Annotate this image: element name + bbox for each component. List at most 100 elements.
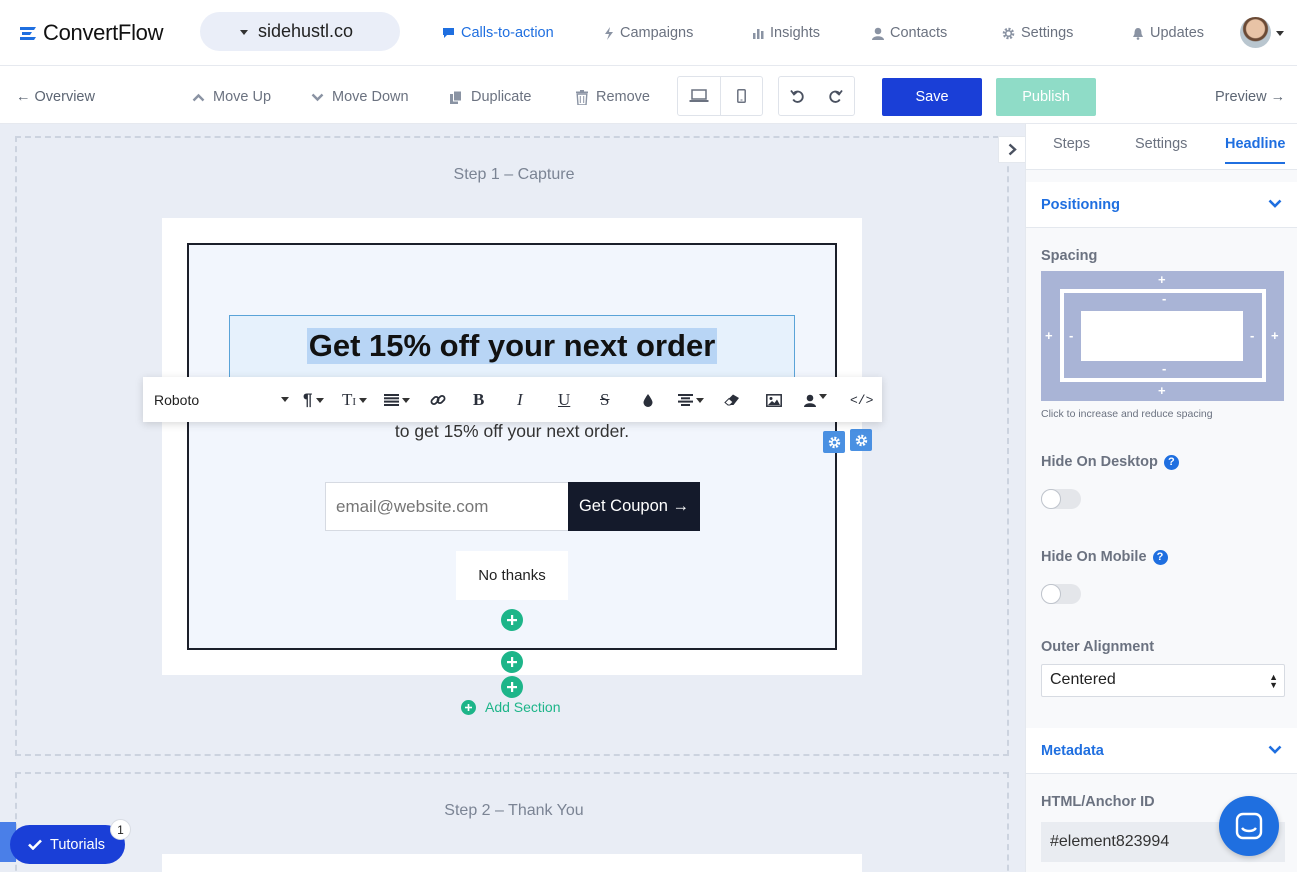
merge-tag-button[interactable] [804, 391, 827, 409]
bar-chart-icon [753, 29, 764, 39]
nav-updates[interactable]: Updates [1132, 24, 1204, 42]
rich-text-toolbar: Roboto ¶ TI B I U S </> [143, 377, 882, 422]
link-button[interactable] [430, 391, 446, 409]
redo-button[interactable] [817, 77, 855, 115]
nav-label: Campaigns [620, 25, 694, 41]
strikethrough-button[interactable]: S [600, 390, 609, 409]
margin-bottom-increase[interactable]: + [1158, 383, 1166, 398]
help-icon[interactable]: ? [1152, 549, 1168, 565]
line-height-button[interactable] [384, 391, 410, 409]
eraser-icon [724, 394, 739, 406]
duplicate-label: Duplicate [471, 89, 532, 105]
padding-top-decrease[interactable]: - [1162, 291, 1166, 306]
element-settings-button[interactable] [823, 431, 845, 453]
save-button[interactable]: Save [882, 78, 982, 116]
chat-widget-button[interactable] [1219, 796, 1279, 856]
remove-button[interactable]: Remove [576, 88, 650, 106]
content-box [1081, 311, 1243, 361]
overview-link[interactable]: ← Overview [16, 88, 95, 106]
checkmark-icon [28, 839, 42, 850]
padding-left-decrease[interactable]: - [1069, 328, 1073, 343]
font-size-button[interactable]: TI [342, 390, 368, 409]
positioning-header[interactable]: Positioning [1026, 182, 1297, 228]
tab-headline[interactable]: Headline [1225, 136, 1286, 164]
undo-button[interactable] [779, 77, 817, 115]
tab-settings[interactable]: Settings [1135, 136, 1187, 152]
padding-right-decrease[interactable]: - [1250, 328, 1254, 343]
step-1-title: Step 1 – Capture [453, 166, 575, 183]
step-2-section[interactable] [162, 854, 862, 872]
margin-top-increase[interactable]: + [1158, 272, 1166, 287]
email-input[interactable] [325, 482, 569, 531]
tutorials-label: Tutorials [50, 836, 106, 853]
duplicate-button[interactable]: Duplicate [449, 88, 531, 106]
subheadline-text[interactable]: to get 15% off your next order. [189, 421, 835, 442]
section-settings-button[interactable] [850, 429, 872, 451]
mobile-view-button[interactable] [719, 77, 762, 115]
user-icon [804, 394, 816, 407]
font-family-select[interactable]: Roboto [143, 392, 293, 408]
outer-alignment-select[interactable]: Centered ▲ ▼ [1041, 664, 1285, 697]
help-icon[interactable]: ? [1163, 454, 1179, 470]
paragraph-format-button[interactable]: ¶ [303, 390, 325, 409]
panel-tabs: Steps Settings Headline [1026, 124, 1297, 170]
hide-desktop-toggle[interactable] [1041, 489, 1081, 509]
caret-down-icon[interactable] [1276, 31, 1284, 36]
move-up-button[interactable]: Move Up [192, 88, 271, 106]
device-toggle [677, 76, 763, 116]
preview-link[interactable]: Preview → [1215, 88, 1285, 106]
avatar[interactable] [1240, 17, 1271, 48]
anchor-id-label: HTML/Anchor ID [1041, 794, 1155, 810]
logo[interactable]: ConvertFlow [18, 18, 163, 48]
margin-left-increase[interactable]: + [1045, 328, 1053, 343]
move-down-button[interactable]: Move Down [311, 88, 409, 106]
plus-icon [507, 657, 517, 667]
add-row-button[interactable] [501, 651, 523, 673]
panel-collapse-button[interactable] [998, 136, 1025, 163]
bold-button[interactable]: B [473, 390, 484, 409]
code-view-button[interactable]: </> [850, 391, 873, 409]
tab-steps[interactable]: Steps [1053, 136, 1090, 152]
spacing-editor[interactable]: + + + + - - - - [1041, 271, 1284, 401]
metadata-header[interactable]: Metadata [1026, 728, 1297, 774]
clear-format-button[interactable] [724, 391, 740, 409]
nav-contacts[interactable]: Contacts [872, 24, 947, 42]
headline-text[interactable]: Get 15% off your next order [306, 328, 718, 364]
hide-mobile-toggle[interactable] [1041, 584, 1081, 604]
text-color-button[interactable] [643, 391, 653, 409]
font-size-icon: TI [342, 390, 357, 409]
align-button[interactable] [678, 391, 704, 409]
positioning-title: Positioning [1041, 197, 1120, 213]
properties-panel: Steps Settings Headline Positioning Spac… [1025, 124, 1297, 872]
gear-icon [1002, 27, 1015, 39]
cta-frame[interactable]: Get 15% off your next order to get 15% o… [187, 243, 872, 650]
cta-section[interactable]: Get 15% off your next order to get 15% o… [162, 218, 872, 675]
insert-image-button[interactable] [766, 391, 782, 409]
italic-button[interactable]: I [517, 390, 523, 409]
get-coupon-button[interactable]: Get Coupon → [568, 482, 700, 531]
nav-label: Updates [1150, 25, 1205, 41]
editor-canvas: Step 1 – Capture Get 15% off your next o… [0, 124, 1025, 872]
add-element-button[interactable] [501, 609, 523, 631]
padding-bottom-decrease[interactable]: - [1162, 361, 1166, 376]
tutorials-button[interactable]: Tutorials [10, 825, 125, 864]
redo-icon [829, 89, 843, 103]
user-icon [872, 27, 884, 40]
chevron-down-icon [1268, 199, 1282, 208]
no-thanks-button[interactable]: No thanks [456, 551, 568, 600]
list-lines-icon [384, 394, 399, 406]
headline-element[interactable]: Get 15% off your next order [229, 315, 795, 379]
caret-down-icon [240, 30, 248, 35]
desktop-view-button[interactable] [678, 77, 720, 115]
nav-settings[interactable]: Settings [1002, 24, 1073, 42]
gear-icon [828, 436, 840, 448]
nav-insights[interactable]: Insights [752, 24, 820, 42]
nav-campaigns[interactable]: Campaigns [604, 24, 693, 42]
underline-button[interactable]: U [558, 390, 570, 409]
site-selector[interactable]: sidehustl.co [200, 12, 400, 51]
publish-button[interactable]: Publish [996, 78, 1096, 116]
add-section-button[interactable]: Add Section [461, 699, 561, 715]
nav-calls-to-action[interactable]: Calls-to-action [442, 24, 554, 42]
add-section-plus-button[interactable] [501, 676, 523, 698]
margin-right-increase[interactable]: + [1271, 328, 1279, 343]
